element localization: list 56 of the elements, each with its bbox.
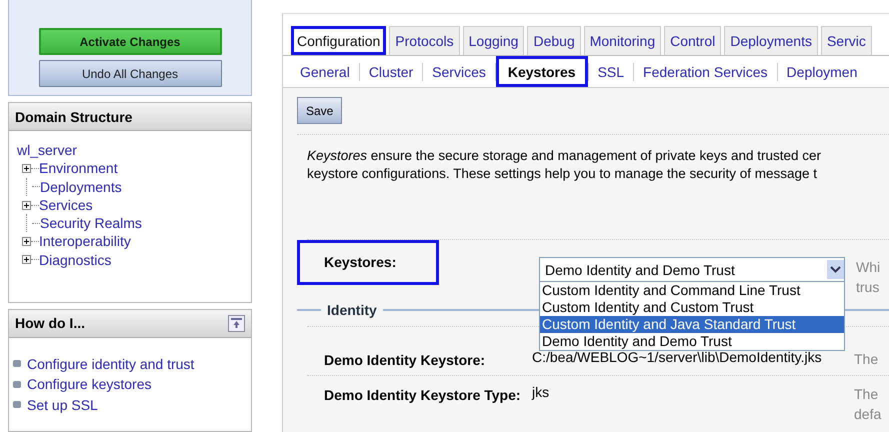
tab[interactable]: Servic: [820, 26, 872, 55]
tab[interactable]: Configuration: [291, 26, 386, 55]
expand-icon[interactable]: [22, 200, 31, 210]
undo-button[interactable]: Undo All Changes: [38, 60, 222, 87]
help-text: The: [854, 385, 880, 404]
help-link[interactable]: Configure keystores: [27, 374, 152, 394]
field-label: Demo Identity Keystore Type:: [323, 386, 522, 405]
expand-icon[interactable]: [22, 237, 31, 246]
help-text: defa: [854, 405, 882, 424]
subtab[interactable]: SSL: [588, 56, 634, 87]
bullet-icon: [13, 380, 21, 388]
tab[interactable]: Deployments: [724, 26, 818, 55]
dropdown-option[interactable]: Demo Identity and Demo Trust: [540, 333, 844, 350]
tree-item[interactable]: Security Realms: [40, 214, 142, 232]
tree-item[interactable]: Deployments: [40, 178, 122, 196]
subtab[interactable]: Federation Services: [634, 56, 777, 87]
description-text: keystore configurations. These settings help you to manage the security of message t: [307, 165, 818, 183]
tree-item[interactable]: Services: [39, 196, 93, 214]
help-text: Whi: [856, 258, 880, 277]
help-link[interactable]: Set up SSL: [27, 394, 98, 415]
subtab[interactable]: General: [291, 56, 359, 87]
subtab[interactable]: Keystores: [496, 56, 588, 87]
tab[interactable]: Protocols: [389, 26, 460, 55]
subtab[interactable]: Deploymen: [778, 56, 866, 87]
bullet-icon: [13, 360, 21, 368]
tab[interactable]: Debug: [527, 26, 581, 55]
subtab[interactable]: Services: [423, 56, 495, 87]
help-text: trus: [856, 278, 880, 297]
field-value: C:/bea/WEBLOG~1/server\lib\DemoIdentity.jks: [532, 349, 823, 367]
dropdown-option[interactable]: Custom Identity and Custom Trust: [540, 299, 844, 316]
dropdown-option[interactable]: Custom Identity and Java Standard Trust: [540, 316, 844, 333]
panel-title: Domain Structure: [15, 108, 132, 124]
tab[interactable]: Logging: [462, 26, 524, 55]
tree-root-link[interactable]: wl_server: [17, 141, 243, 160]
panel-title: How do I...: [15, 315, 85, 331]
tab[interactable]: Control: [664, 26, 722, 55]
tree-item[interactable]: Interoperability: [39, 232, 131, 251]
activate-button[interactable]: Activate Changes: [38, 28, 222, 55]
collapse-icon[interactable]: [228, 314, 245, 332]
dropdown-option[interactable]: Custom Identity and Command Line Trust: [540, 282, 844, 299]
tab[interactable]: Monitoring: [584, 26, 662, 55]
subtab[interactable]: Cluster: [360, 56, 422, 87]
save-button[interactable]: Save: [297, 97, 342, 124]
tree-item[interactable]: Diagnostics: [39, 250, 112, 270]
field-value: jks: [532, 384, 550, 402]
bullet-icon: [13, 401, 21, 408]
keystores-dropdown[interactable]: Demo Identity and Demo Trust: [539, 257, 845, 282]
expand-icon[interactable]: [22, 255, 31, 264]
field-label: Demo Identity Keystore:: [323, 351, 486, 369]
expand-icon[interactable]: [22, 164, 31, 173]
help-text: The: [854, 350, 878, 369]
tree-item[interactable]: Environment: [39, 159, 118, 178]
help-link[interactable]: Configure identity and trust: [27, 354, 194, 374]
field-label: Keystores:: [297, 240, 439, 285]
section-title: Identity: [326, 302, 378, 318]
description-text: Keystores ensure the secure storage and management of private keys and trusted cer: [307, 147, 822, 165]
